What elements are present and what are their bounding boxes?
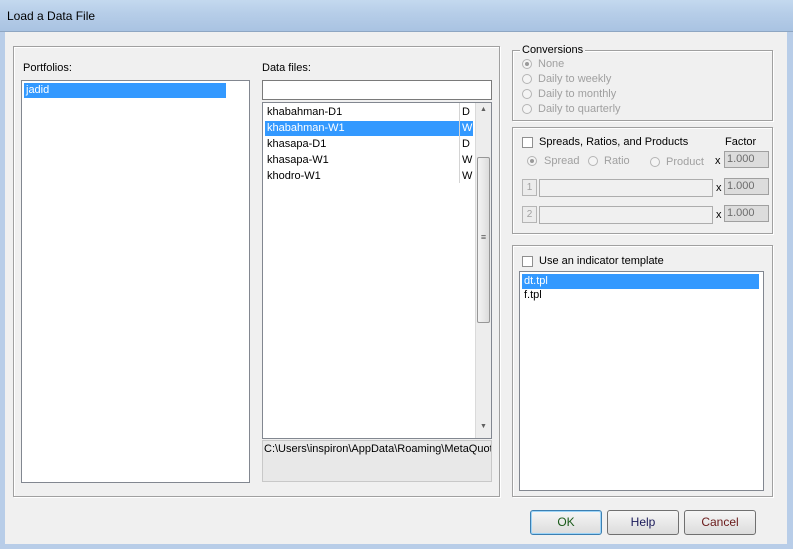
portfolio-item[interactable]: jadid xyxy=(24,83,226,98)
cancel-button[interactable]: Cancel xyxy=(684,510,756,535)
portfolios-list[interactable]: jadid xyxy=(21,80,250,483)
radio-daily-weekly[interactable] xyxy=(522,74,532,84)
data-file-row[interactable]: khabahman-D1 D xyxy=(265,105,473,120)
radio-daily-monthly[interactable] xyxy=(522,89,532,99)
conversion-none-label: None xyxy=(538,58,565,70)
radio-daily-quarterly[interactable] xyxy=(522,104,532,114)
ratio-label: Ratio xyxy=(604,155,630,167)
template-checkbox[interactable] xyxy=(522,256,533,267)
help-button-label: Help xyxy=(630,515,656,529)
radio-product[interactable] xyxy=(650,157,660,167)
portfolios-label: Portfolios: xyxy=(23,62,72,74)
radio-none[interactable] xyxy=(522,59,532,69)
template-label: Use an indicator template xyxy=(539,255,664,267)
spreads-checkbox[interactable] xyxy=(522,137,533,148)
data-files-filter-input[interactable] xyxy=(262,80,492,100)
window-frame-left xyxy=(0,32,5,549)
template-item[interactable]: f.tpl xyxy=(522,288,542,303)
spreads-label: Spreads, Ratios, and Products xyxy=(539,136,689,148)
data-file-name: khasapa-D1 xyxy=(267,138,327,150)
data-file-row[interactable]: khabahman-W1 W xyxy=(265,121,473,136)
factor-label: Factor xyxy=(725,136,757,148)
cancel-button-label: Cancel xyxy=(701,515,739,529)
grip-icon: ≡ xyxy=(480,232,487,242)
multiply-sign: x xyxy=(715,155,721,167)
factor2-input[interactable]: 1.000 xyxy=(724,205,769,222)
data-file-period: W xyxy=(462,122,473,134)
path-display: C:\Users\inspiron\AppData\Roaming\MetaQu… xyxy=(262,440,492,482)
data-file-period: W xyxy=(462,170,473,182)
data-file-name: khasapa-W1 xyxy=(267,154,329,166)
radio-ratio[interactable] xyxy=(588,156,598,166)
template-item[interactable]: dt.tpl xyxy=(522,274,759,289)
data-file-row[interactable]: khasapa-D1 D xyxy=(265,137,473,152)
column-divider xyxy=(459,103,460,183)
conversion-weekly-label: Daily to weekly xyxy=(538,73,612,85)
product-label: Product xyxy=(666,156,704,168)
symbol1-button[interactable]: 1 xyxy=(522,179,537,196)
conversion-monthly-label: Daily to monthly xyxy=(538,88,617,100)
window-frame-bottom xyxy=(0,544,793,549)
data-files-scrollbar[interactable]: ▲ ≡ ▼ xyxy=(475,103,491,438)
path-text: C:\Users\inspiron\AppData\Roaming\MetaQu… xyxy=(264,443,492,455)
symbol1-input[interactable] xyxy=(539,179,713,197)
factor1-input[interactable]: 1.000 xyxy=(724,178,769,195)
data-file-period: D xyxy=(462,106,470,118)
data-files-list[interactable]: khabahman-D1 Dkhabahman-W1 Wkhasapa-D1 Dkha… xyxy=(262,102,492,439)
factor-main-input[interactable]: 1.000 xyxy=(724,151,769,168)
data-file-period: W xyxy=(462,154,473,166)
data-files-label: Data files: xyxy=(262,62,311,74)
template-list[interactable]: dt.tpl f.tpl xyxy=(519,271,764,491)
scroll-up-arrow-icon[interactable]: ▲ xyxy=(476,106,491,113)
ok-button-label: OK xyxy=(557,515,575,529)
window-title: Load a Data File xyxy=(7,9,96,23)
radio-spread[interactable] xyxy=(527,156,537,166)
scroll-down-arrow-icon[interactable]: ▼ xyxy=(476,423,491,430)
symbol2-button[interactable]: 2 xyxy=(522,206,537,223)
window-frame-right xyxy=(787,32,793,549)
data-file-period: D xyxy=(462,138,470,150)
symbol2-input[interactable] xyxy=(539,206,713,224)
data-file-name: khabahman-D1 xyxy=(267,106,343,118)
conversion-quarterly-label: Daily to quarterly xyxy=(538,103,621,115)
spread-label: Spread xyxy=(544,155,580,167)
data-file-name: khodro-W1 xyxy=(267,170,321,182)
multiply-sign-2: x xyxy=(716,209,722,221)
data-file-name: khabahman-W1 xyxy=(267,122,345,134)
data-file-row[interactable]: khasapa-W1 W xyxy=(265,153,473,168)
help-button[interactable]: Help xyxy=(607,510,679,535)
conversions-title: Conversions xyxy=(520,44,586,56)
title-bar[interactable]: Load a Data File xyxy=(0,0,793,32)
data-file-row[interactable]: khodro-W1 W xyxy=(265,169,473,184)
ok-button[interactable]: OK xyxy=(530,510,602,535)
scroll-thumb[interactable]: ≡ xyxy=(477,157,490,323)
multiply-sign-1: x xyxy=(716,182,722,194)
